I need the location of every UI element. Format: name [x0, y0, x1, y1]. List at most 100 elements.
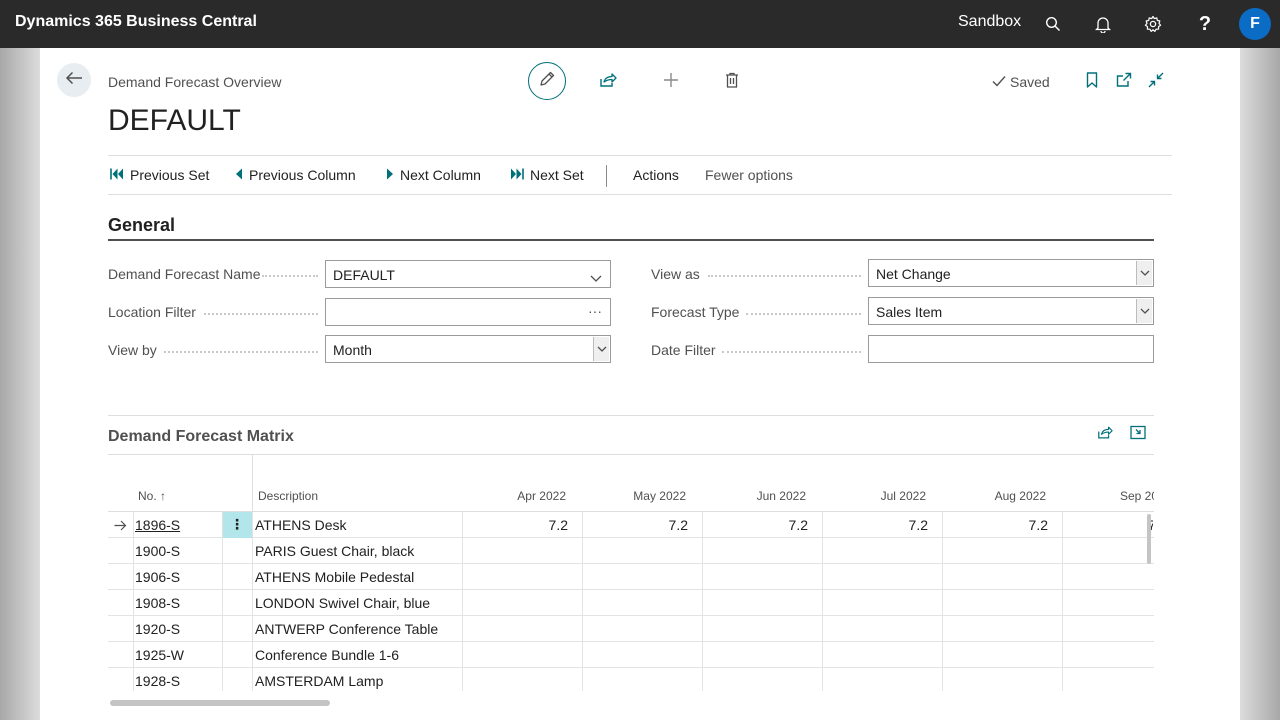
item-no-link[interactable]: 1928-S: [135, 668, 220, 691]
header-divider: [252, 455, 253, 511]
open-new-window-button[interactable]: [1112, 70, 1136, 94]
item-description[interactable]: LONDON Swivel Chair, blue: [255, 590, 460, 616]
table-row[interactable]: 1928-S AMSTERDAM Lamp: [108, 668, 1154, 691]
next-set-action[interactable]: Next Set: [510, 167, 584, 183]
field-leader-dots: [262, 275, 318, 277]
item-no-link[interactable]: 1906-S: [135, 564, 220, 590]
previous-column-label: Previous Column: [249, 167, 356, 183]
horizontal-scrollbar[interactable]: [110, 700, 330, 706]
item-no-link[interactable]: 1925-W: [135, 642, 220, 668]
forecast-cell[interactable]: 7.2: [943, 512, 1048, 538]
demand-forecast-name-label: Demand Forecast Name: [108, 266, 261, 282]
forecast-cell[interactable]: 7.2: [463, 512, 568, 538]
forecast-cell[interactable]: 7.2: [703, 512, 808, 538]
table-row[interactable]: 1925-W Conference Bundle 1-6: [108, 642, 1154, 668]
view-as-select[interactable]: Net Change: [868, 259, 1154, 287]
forecast-cell[interactable]: 7.2: [823, 512, 928, 538]
view-as-value: Net Change: [876, 266, 951, 282]
column-header-no[interactable]: No. ↑: [138, 489, 166, 503]
edit-button[interactable]: [528, 62, 566, 100]
saved-label: Saved: [1010, 74, 1050, 90]
date-filter-field[interactable]: [868, 335, 1154, 363]
row-menu-icon[interactable]: ⋮: [222, 512, 252, 538]
next-set-icon: [510, 167, 524, 183]
previous-set-action[interactable]: Previous Set: [110, 167, 209, 183]
table-row[interactable]: 1896-S ⋮ ATHENS Desk 7.2 7.2 7.2 7.2 7.2…: [108, 512, 1154, 538]
field-leader-dots: [746, 313, 861, 315]
next-column-action[interactable]: Next Column: [386, 167, 481, 183]
actions-menu[interactable]: Actions: [633, 167, 679, 183]
bell-icon[interactable]: [1091, 12, 1115, 36]
back-arrow-icon: [65, 71, 83, 90]
previous-set-label: Previous Set: [130, 167, 210, 183]
date-filter-label: Date Filter: [651, 342, 716, 358]
matrix-header-rule: [108, 454, 1154, 455]
avatar[interactable]: F: [1239, 8, 1271, 40]
open-new-window-icon: [1116, 72, 1132, 93]
table-row[interactable]: 1908-S LONDON Swivel Chair, blue: [108, 590, 1154, 616]
item-no-link[interactable]: 1920-S: [135, 616, 220, 642]
table-row[interactable]: 1900-S PARIS Guest Chair, black: [108, 538, 1154, 564]
item-description[interactable]: PARIS Guest Chair, black: [255, 538, 460, 564]
previous-set-icon: [110, 167, 124, 183]
help-icon[interactable]: ?: [1193, 12, 1217, 36]
general-section-rule: [108, 239, 1154, 241]
column-header-description[interactable]: Description: [258, 489, 318, 503]
column-header-month[interactable]: Jul 2022: [823, 489, 926, 503]
table-row[interactable]: 1920-S ANTWERP Conference Table: [108, 616, 1154, 642]
view-by-label: View by: [108, 342, 157, 358]
general-section-title[interactable]: General: [108, 215, 175, 236]
saved-status: Saved: [992, 74, 1050, 90]
location-filter-label: Location Filter: [108, 304, 196, 320]
item-no-link[interactable]: 1908-S: [135, 590, 220, 616]
new-button[interactable]: [659, 70, 683, 94]
bookmark-button[interactable]: [1080, 70, 1104, 94]
column-header-month[interactable]: May 2022: [583, 489, 686, 503]
pencil-icon: [538, 70, 556, 93]
matrix-expand-button[interactable]: [1126, 423, 1150, 447]
table-row[interactable]: 1906-S ATHENS Mobile Pedestal: [108, 564, 1154, 590]
forecast-type-value: Sales Item: [876, 304, 943, 320]
check-icon: [992, 74, 1006, 90]
location-filter-field[interactable]: ···: [325, 298, 611, 326]
plus-icon: [663, 72, 679, 93]
view-by-select[interactable]: Month: [325, 335, 611, 363]
forecast-cell[interactable]: 7.2: [583, 512, 688, 538]
matrix-grid: 1896-S ⋮ ATHENS Desk 7.2 7.2 7.2 7.2 7.2…: [108, 511, 1154, 691]
column-header-month[interactable]: Jun 2022: [703, 489, 806, 503]
forecast-type-select[interactable]: Sales Item: [868, 297, 1154, 325]
bookmark-icon: [1086, 71, 1098, 93]
previous-column-icon: [235, 167, 243, 183]
next-column-label: Next Column: [400, 167, 481, 183]
chevron-down-icon: [590, 270, 602, 286]
column-header-month[interactable]: Aug 2022: [943, 489, 1046, 503]
column-header-month[interactable]: Sep 2022: [1120, 489, 1154, 503]
back-button[interactable]: [57, 63, 91, 97]
chevron-down-icon: [593, 337, 609, 361]
item-no-link[interactable]: 1896-S: [135, 512, 220, 538]
delete-button[interactable]: [720, 70, 744, 94]
item-description[interactable]: AMSTERDAM Lamp: [255, 668, 460, 691]
item-description[interactable]: ATHENS Mobile Pedestal: [255, 564, 460, 590]
app-title[interactable]: Dynamics 365 Business Central: [15, 13, 257, 31]
item-description[interactable]: Conference Bundle 1-6: [255, 642, 460, 668]
item-description[interactable]: ANTWERP Conference Table: [255, 616, 460, 642]
matrix-share-button[interactable]: [1093, 423, 1117, 447]
demand-forecast-name-field[interactable]: DEFAULT: [325, 260, 611, 288]
column-header-month[interactable]: Apr 2022: [463, 489, 566, 503]
share-icon: [1097, 425, 1113, 445]
collapse-button[interactable]: [1144, 70, 1168, 94]
next-set-label: Next Set: [530, 167, 584, 183]
field-leader-dots: [708, 275, 861, 277]
previous-column-action[interactable]: Previous Column: [235, 167, 356, 183]
matrix-title[interactable]: Demand Forecast Matrix: [108, 428, 294, 446]
vertical-scrollbar[interactable]: [1147, 514, 1151, 564]
search-icon[interactable]: [1041, 12, 1065, 36]
more-options-icon[interactable]: ···: [588, 303, 602, 319]
item-description[interactable]: ATHENS Desk: [255, 512, 460, 538]
fewer-options-button[interactable]: Fewer options: [705, 167, 793, 183]
chevron-down-icon: [1136, 299, 1152, 323]
item-no-link[interactable]: 1900-S: [135, 538, 220, 564]
share-button[interactable]: [596, 70, 620, 94]
gear-icon[interactable]: [1141, 12, 1165, 36]
